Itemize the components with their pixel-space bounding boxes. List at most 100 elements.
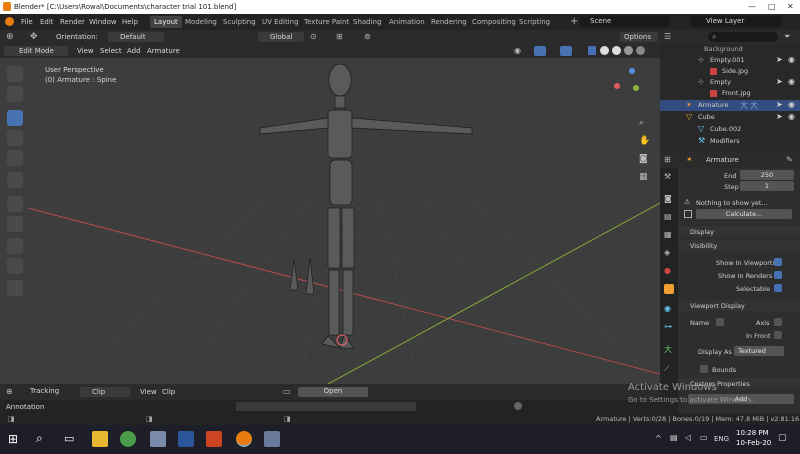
editor-type-icon[interactable]: ☰ [664, 32, 671, 41]
minimize-icon[interactable]: — [748, 2, 756, 11]
annotate-tool[interactable] [7, 196, 23, 212]
list-item[interactable]: Side.jpg [660, 66, 800, 77]
visibility-section[interactable]: Visibility [678, 240, 800, 251]
tab-scripting[interactable]: Scripting [515, 16, 554, 28]
menu-add[interactable]: Add [127, 47, 141, 55]
snap-icon[interactable]: ⊞ [336, 32, 343, 41]
editor-type-icon[interactable]: ⊕ [6, 387, 13, 396]
in-front-checkbox[interactable] [774, 331, 782, 339]
display-section[interactable]: Display [678, 226, 800, 237]
clock-time[interactable]: 10:28 PM [736, 429, 769, 437]
shading-rendered-icon[interactable] [636, 46, 645, 55]
ortho-grid-icon[interactable]: ▦ [639, 172, 648, 182]
tray-chevron-icon[interactable]: ^ [655, 434, 662, 443]
pan-hand-icon[interactable]: ✋ [639, 136, 650, 146]
shading-solid-icon[interactable] [612, 46, 621, 55]
tab-shading[interactable]: Shading [349, 16, 385, 28]
gizmo-y[interactable] [633, 85, 639, 91]
select-arrow-icon[interactable]: ➤ [776, 77, 783, 86]
move-tool[interactable] [7, 110, 23, 126]
list-item[interactable]: ⊹ Empty.001 ➤ ◉ [660, 55, 800, 66]
bone-size-tool[interactable] [7, 258, 23, 274]
folder-icon[interactable]: ▭ [283, 387, 291, 396]
armature-figure[interactable] [259, 63, 473, 349]
search-icon[interactable]: ⌕ [36, 431, 43, 446]
mode-dropdown[interactable]: Edit Mode [4, 46, 68, 56]
transform-orientation-dropdown[interactable]: Global [258, 32, 304, 42]
acrobat-icon[interactable] [206, 431, 222, 447]
menu-armature[interactable]: Armature [147, 47, 180, 55]
scale-tool[interactable] [7, 150, 23, 166]
menu-clip[interactable]: Clip [162, 388, 175, 396]
selectable-checkbox[interactable] [774, 284, 782, 292]
open-button[interactable]: Open [298, 387, 368, 397]
eye-icon[interactable]: ◉ [788, 112, 795, 121]
menu-render[interactable]: Render [60, 18, 85, 26]
list-item[interactable]: ✶ Armature 大 大 ➤ ◉ [660, 100, 800, 111]
gizmo-toggle-icon[interactable] [534, 46, 546, 56]
list-item[interactable]: ⚒ Modifiers [660, 136, 800, 147]
select-box-tool[interactable] [7, 66, 23, 82]
tab-compositing[interactable]: Compositing [468, 16, 520, 28]
maximize-icon[interactable]: □ [768, 2, 776, 11]
windows-start-icon[interactable]: ⊞ [8, 432, 18, 446]
overlay-toggle-icon[interactable] [560, 46, 572, 56]
pivot-point-icon[interactable]: ⊙ [310, 32, 317, 41]
rotate-tool[interactable] [7, 130, 23, 146]
annotation-label[interactable]: Annotation [6, 403, 44, 411]
tab-rendering[interactable]: Rendering [427, 16, 471, 28]
task-view-icon[interactable]: ▭ [64, 432, 74, 445]
cursor-tool[interactable] [7, 86, 23, 102]
select-arrow-icon[interactable]: ➤ [776, 112, 783, 121]
tab-texture-paint[interactable]: Texture Paint [300, 16, 353, 28]
list-item[interactable]: Background [660, 44, 800, 55]
output-tab-icon[interactable]: ▤ [664, 212, 672, 221]
transform-tool[interactable] [7, 172, 23, 188]
paint-icon[interactable] [264, 431, 280, 447]
filter-icon[interactable]: ⏷ [784, 32, 790, 42]
gizmo-x[interactable] [614, 83, 620, 89]
zoom-icon[interactable]: ⌕ [639, 118, 644, 128]
list-item[interactable]: ▽ Cube.002 [660, 124, 800, 135]
tab-animation[interactable]: Animation [385, 16, 429, 28]
language-indicator[interactable]: ENG [714, 435, 729, 443]
camera-view-icon[interactable]: ◙ [639, 154, 648, 164]
scene-selector[interactable]: Scene [580, 16, 670, 27]
3d-viewport[interactable]: User Perspective (0) Armature : Spine ⌕ … [28, 58, 660, 384]
roll-tool[interactable] [7, 280, 23, 296]
list-item[interactable]: ▽ Cube ➤ ◉ [660, 112, 800, 123]
orientation-dropdown[interactable]: Default [108, 32, 164, 42]
menu-view[interactable]: View [140, 388, 157, 396]
transform-pivot-icon[interactable]: ✥ [30, 32, 38, 42]
visibility-icon[interactable]: ◉ [514, 46, 521, 55]
end-frame-field[interactable]: 250 [740, 170, 794, 180]
eye-icon[interactable]: ◉ [788, 77, 795, 86]
add-annotation-icon[interactable] [514, 402, 522, 410]
menu-select[interactable]: Select [100, 47, 122, 55]
add-workspace-icon[interactable]: + [570, 16, 578, 27]
blender-menu-icon[interactable] [5, 17, 14, 26]
list-item[interactable]: Front.jpg [660, 88, 800, 99]
scene-tab-icon[interactable]: ◈ [664, 248, 670, 257]
battery-icon[interactable]: ▭ [700, 433, 708, 442]
clock-date[interactable]: 10-Feb-20 [736, 439, 771, 447]
tracking-dropdown[interactable]: Tracking [30, 387, 70, 395]
menu-view[interactable]: View [77, 47, 94, 55]
view-layer-selector[interactable]: View Layer [690, 16, 782, 27]
display-as-dropdown[interactable]: Textured [734, 346, 784, 356]
menu-help[interactable]: Help [122, 18, 138, 26]
xray-toggle-icon[interactable] [588, 46, 596, 55]
object-tab-icon[interactable] [664, 284, 674, 294]
armature-data-tab-icon[interactable]: 大 [664, 344, 672, 355]
tab-sculpting[interactable]: Sculpting [219, 16, 260, 28]
editor-type-icon[interactable]: ⊞ [664, 155, 671, 164]
shading-wireframe-icon[interactable] [600, 46, 609, 55]
viewport-display-section[interactable]: Viewport Display [678, 300, 800, 311]
notifications-icon[interactable]: ▢ [778, 433, 787, 443]
tab-modeling[interactable]: Modeling [181, 16, 221, 28]
axis-checkbox[interactable] [774, 318, 782, 326]
proportional-editing-icon[interactable]: ⊚ [364, 32, 371, 41]
physics-tab-icon[interactable]: ◉ [664, 304, 671, 313]
clip-dropdown[interactable]: Clip [80, 387, 130, 397]
menu-edit[interactable]: Edit [40, 18, 54, 26]
